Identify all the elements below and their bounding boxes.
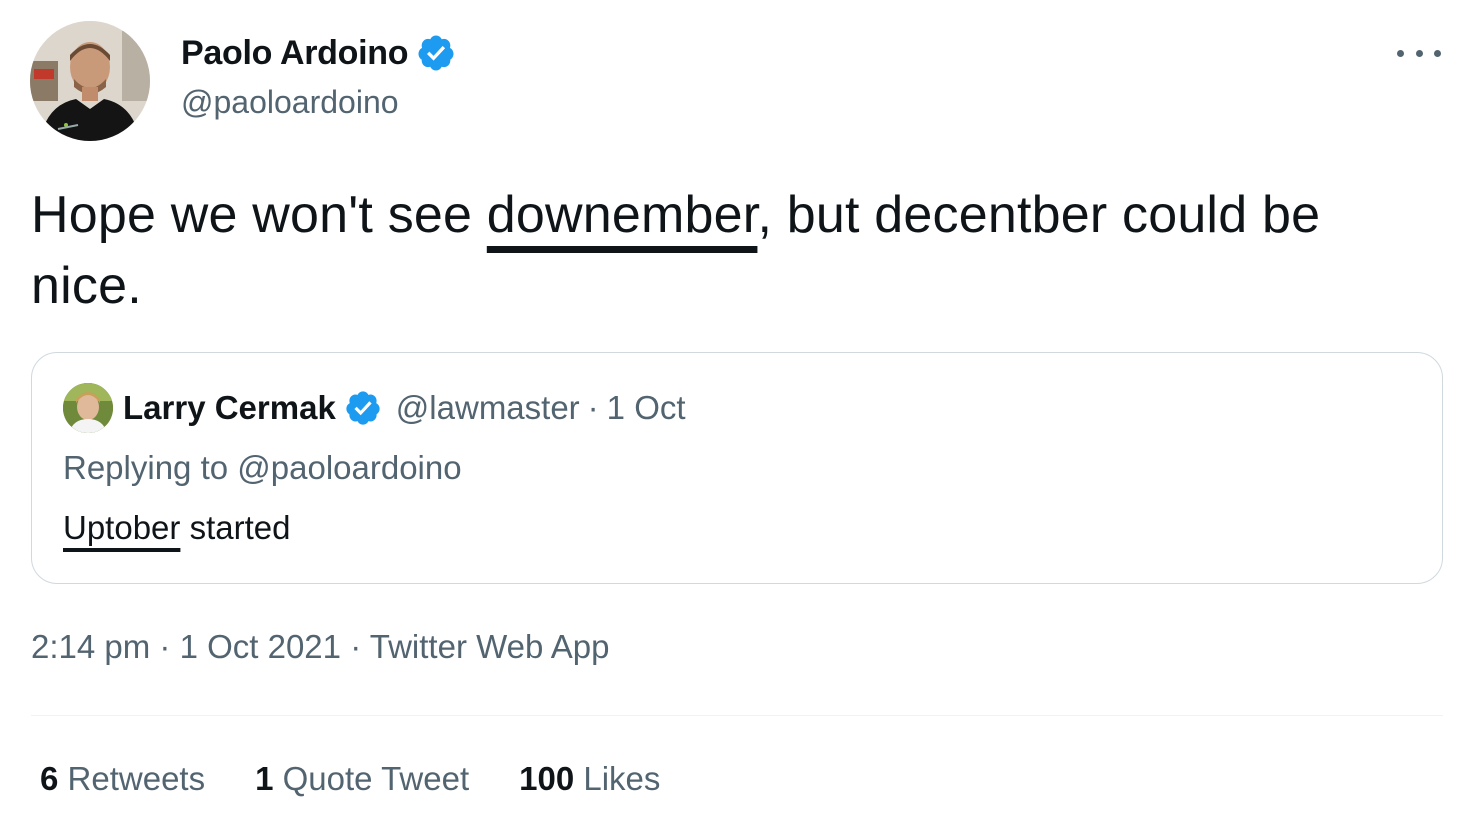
- replying-to: Replying to @paoloardoino: [63, 449, 462, 487]
- quoted-author-handle[interactable]: @lawmaster: [396, 389, 580, 427]
- tweet-text-underlined: downember: [486, 186, 758, 244]
- quoted-header: Larry Cermak @lawmaster · 1 Oct: [123, 385, 686, 431]
- quotes-count: 1: [255, 760, 274, 797]
- separator-dot: ·: [150, 628, 180, 665]
- profile-photo-icon: [63, 383, 113, 433]
- tweet-meta: 2:14 pm · 1 Oct 2021 · Twitter Web App: [31, 628, 609, 666]
- author-avatar[interactable]: [30, 21, 150, 141]
- replying-handle[interactable]: @paoloardoino: [237, 449, 461, 486]
- author-name-row: Paolo Ardoino: [181, 30, 456, 76]
- more-dot: [1434, 49, 1441, 57]
- profile-photo-icon: [30, 21, 150, 141]
- separator-dot: ·: [587, 389, 599, 426]
- author-name[interactable]: Paolo Ardoino: [181, 34, 408, 73]
- tweet-text: Hope we won't see downember, but decentb…: [31, 180, 1441, 322]
- quotes-label: Quote Tweet: [282, 760, 470, 797]
- verified-badge-icon: [418, 35, 454, 71]
- divider: [31, 715, 1443, 716]
- more-horizontal-icon: [1397, 49, 1404, 57]
- tweet-date[interactable]: 1 Oct 2021: [180, 628, 341, 665]
- quoted-tweet-text: Uptober started: [63, 509, 290, 547]
- replying-label: Replying to: [63, 449, 238, 486]
- retweets-count: 6: [40, 760, 59, 797]
- likes-label: Likes: [583, 760, 661, 797]
- likes-count: 100: [519, 760, 575, 797]
- verified-badge-icon: [346, 391, 380, 425]
- quoted-text-underlined: Uptober: [63, 509, 181, 546]
- quote-tweets-stat[interactable]: 1 Quote Tweet: [255, 760, 469, 798]
- tweet-source[interactable]: Twitter Web App: [370, 628, 610, 665]
- quoted-text-after: started: [180, 509, 291, 546]
- more-options-button[interactable]: [1397, 38, 1441, 68]
- quoted-date[interactable]: 1 Oct: [607, 389, 686, 427]
- tweet-time[interactable]: 2:14 pm: [31, 628, 150, 665]
- likes-stat[interactable]: 100 Likes: [519, 760, 660, 798]
- author-handle[interactable]: @paoloardoino: [181, 84, 399, 121]
- tweet-detail: Paolo Ardoino @paoloardoino Hope we won'…: [0, 0, 1479, 836]
- tweet-text-before: Hope we won't see: [31, 186, 487, 244]
- retweets-label: Retweets: [67, 760, 206, 797]
- tweet-stats: 6 Retweets 1 Quote Tweet 100 Likes: [40, 760, 710, 798]
- separator-dot: ·: [341, 628, 370, 665]
- quoted-author-avatar[interactable]: [63, 383, 113, 433]
- quoted-author-name[interactable]: Larry Cermak: [123, 389, 336, 427]
- quoted-tweet-card[interactable]: Larry Cermak @lawmaster · 1 Oct Replying…: [31, 352, 1443, 584]
- more-dot: [1415, 49, 1423, 57]
- retweets-stat[interactable]: 6 Retweets: [40, 760, 205, 798]
